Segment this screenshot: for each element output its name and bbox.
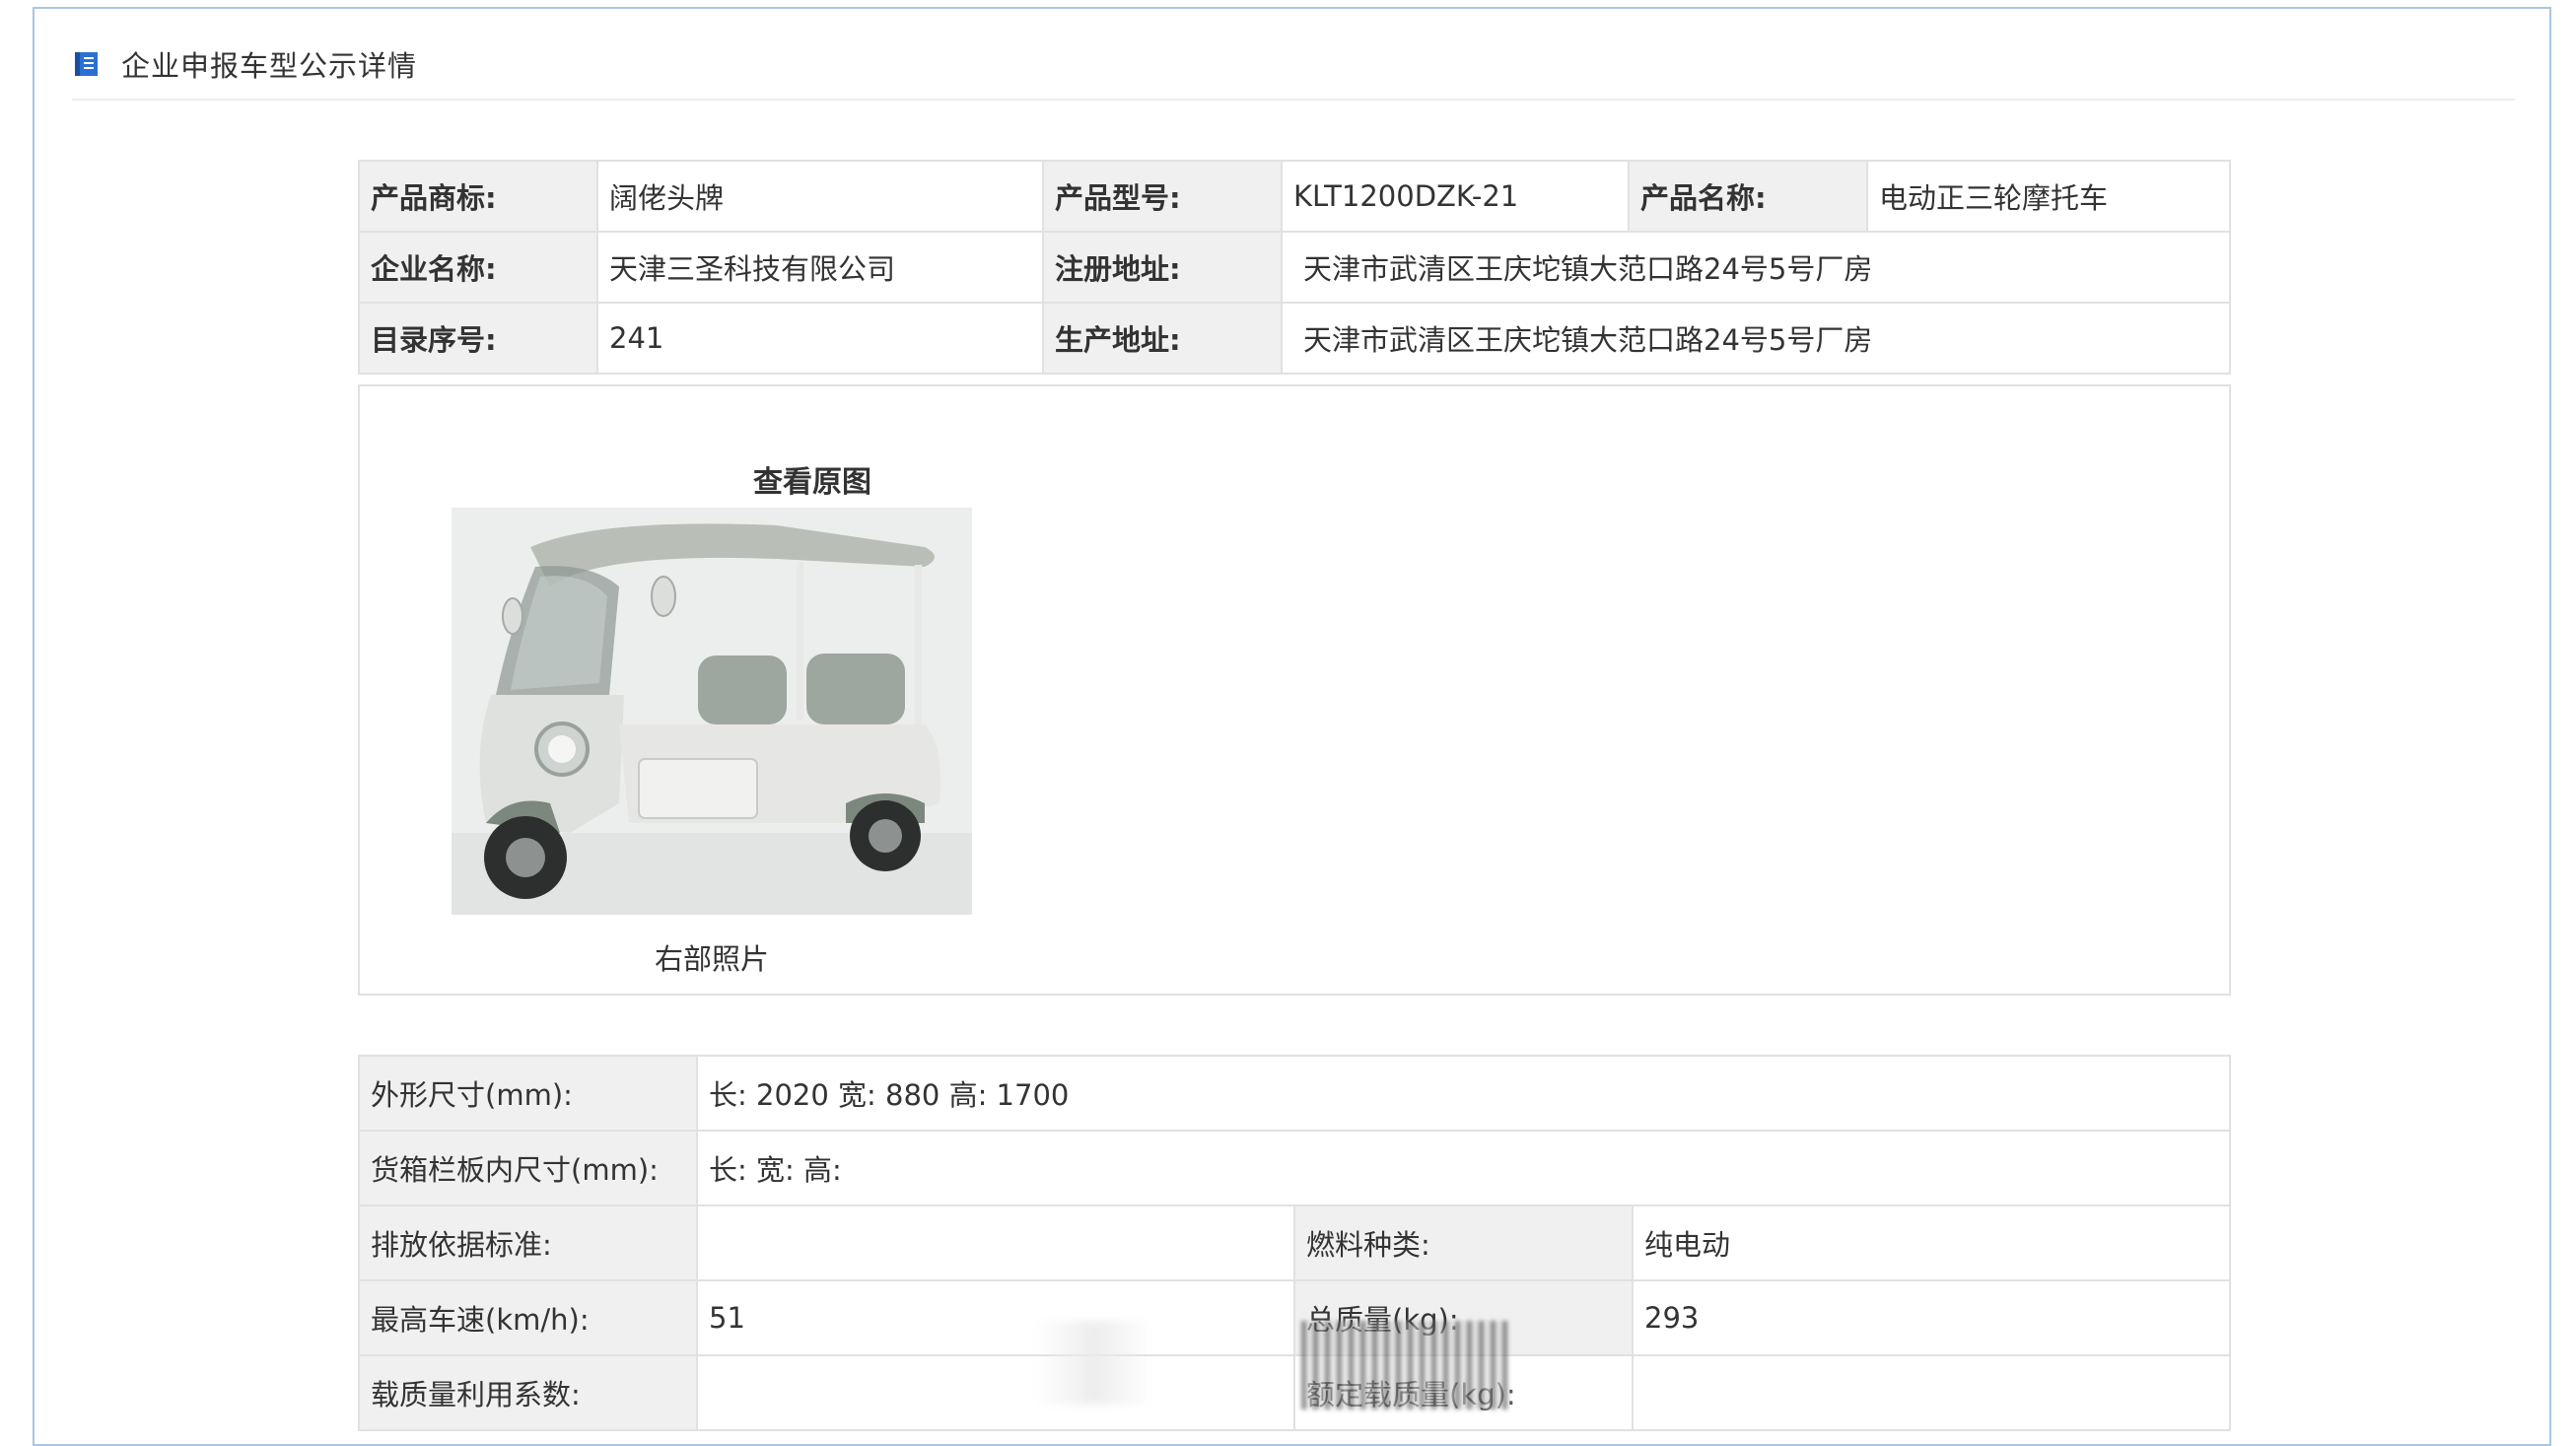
table-row: 最高车速(km/h): 51 总质量(kg): 293 xyxy=(358,1279,2231,1356)
emission-standard-value xyxy=(696,1205,1295,1281)
photo-caption: 右部照片 xyxy=(654,942,769,976)
production-address-label: 生产地址: xyxy=(1042,302,1283,375)
table-row: 载质量利用系数: 额定载质量(kg): xyxy=(358,1354,2231,1431)
trademark-label: 产品商标: xyxy=(358,160,598,233)
load-coefficient-value xyxy=(696,1354,1295,1431)
table-row: 外形尺寸(mm): 长: 2020 宽: 880 高: 1700 xyxy=(358,1055,2231,1132)
rated-load-value xyxy=(1632,1354,2231,1431)
max-speed-label: 最高车速(km/h): xyxy=(358,1279,698,1356)
watermark-blur xyxy=(1035,1321,1153,1405)
company-value: 天津三圣科技有限公司 xyxy=(596,231,1044,304)
dimensions-label: 外形尺寸(mm): xyxy=(358,1055,698,1132)
load-coefficient-label: 载质量利用系数: xyxy=(358,1354,698,1431)
vehicle-photo[interactable] xyxy=(452,508,972,915)
model-value: KLT1200DZK-21 xyxy=(1281,160,1630,233)
page-title: 企业申报车型公示详情 xyxy=(121,49,418,83)
registered-address-label: 注册地址: xyxy=(1042,231,1283,304)
page-header: 企业申报车型公示详情 xyxy=(72,44,417,84)
notebook-icon xyxy=(72,49,102,79)
cargo-dimensions-label: 货箱栏板内尺寸(mm): xyxy=(358,1130,698,1206)
max-speed-value: 51 xyxy=(696,1279,1295,1356)
company-label: 企业名称: xyxy=(358,231,598,304)
table-row: 排放依据标准: 燃料种类: 纯电动 xyxy=(358,1205,2231,1281)
dimensions-value: 长: 2020 宽: 880 高: 1700 xyxy=(696,1055,2231,1132)
registered-address-value: 天津市武清区王庆坨镇大范口路24号5号厂房 xyxy=(1281,231,2231,304)
basic-info-table: 产品商标: 阔佬头牌 产品型号: KLT1200DZK-21 产品名称: 电动正… xyxy=(358,160,2231,375)
watermark-blur xyxy=(1301,1321,1508,1410)
catalog-number-value: 241 xyxy=(596,302,1044,375)
model-label: 产品型号: xyxy=(1042,160,1283,233)
emission-standard-label: 排放依据标准: xyxy=(358,1205,698,1281)
table-row: 目录序号: 241 生产地址: 天津市武清区王庆坨镇大范口路24号5号厂房 xyxy=(358,302,2231,375)
specs-table: 外形尺寸(mm): 长: 2020 宽: 880 高: 1700 货箱栏板内尺寸… xyxy=(358,1055,2231,1431)
cargo-dimensions-value: 长: 宽: 高: xyxy=(696,1130,2231,1206)
fuel-type-value: 纯电动 xyxy=(1632,1205,2231,1281)
total-mass-value: 293 xyxy=(1632,1279,2231,1356)
header-divider xyxy=(72,99,2515,101)
trademark-value: 阔佬头牌 xyxy=(596,160,1044,233)
product-name-label: 产品名称: xyxy=(1628,160,1868,233)
production-address-value: 天津市武清区王庆坨镇大范口路24号5号厂房 xyxy=(1281,302,2231,375)
product-name-value: 电动正三轮摩托车 xyxy=(1866,160,2231,233)
catalog-number-label: 目录序号: xyxy=(358,302,598,375)
view-original-link[interactable]: 查看原图 xyxy=(656,457,969,501)
table-row: 产品商标: 阔佬头牌 产品型号: KLT1200DZK-21 产品名称: 电动正… xyxy=(358,160,2231,233)
fuel-type-label: 燃料种类: xyxy=(1293,1205,1634,1281)
table-row: 企业名称: 天津三圣科技有限公司 注册地址: 天津市武清区王庆坨镇大范口路24号… xyxy=(358,231,2231,304)
photo-panel: 查看原图 右部照片 xyxy=(358,384,2231,996)
table-row: 货箱栏板内尺寸(mm): 长: 宽: 高: xyxy=(358,1130,2231,1206)
